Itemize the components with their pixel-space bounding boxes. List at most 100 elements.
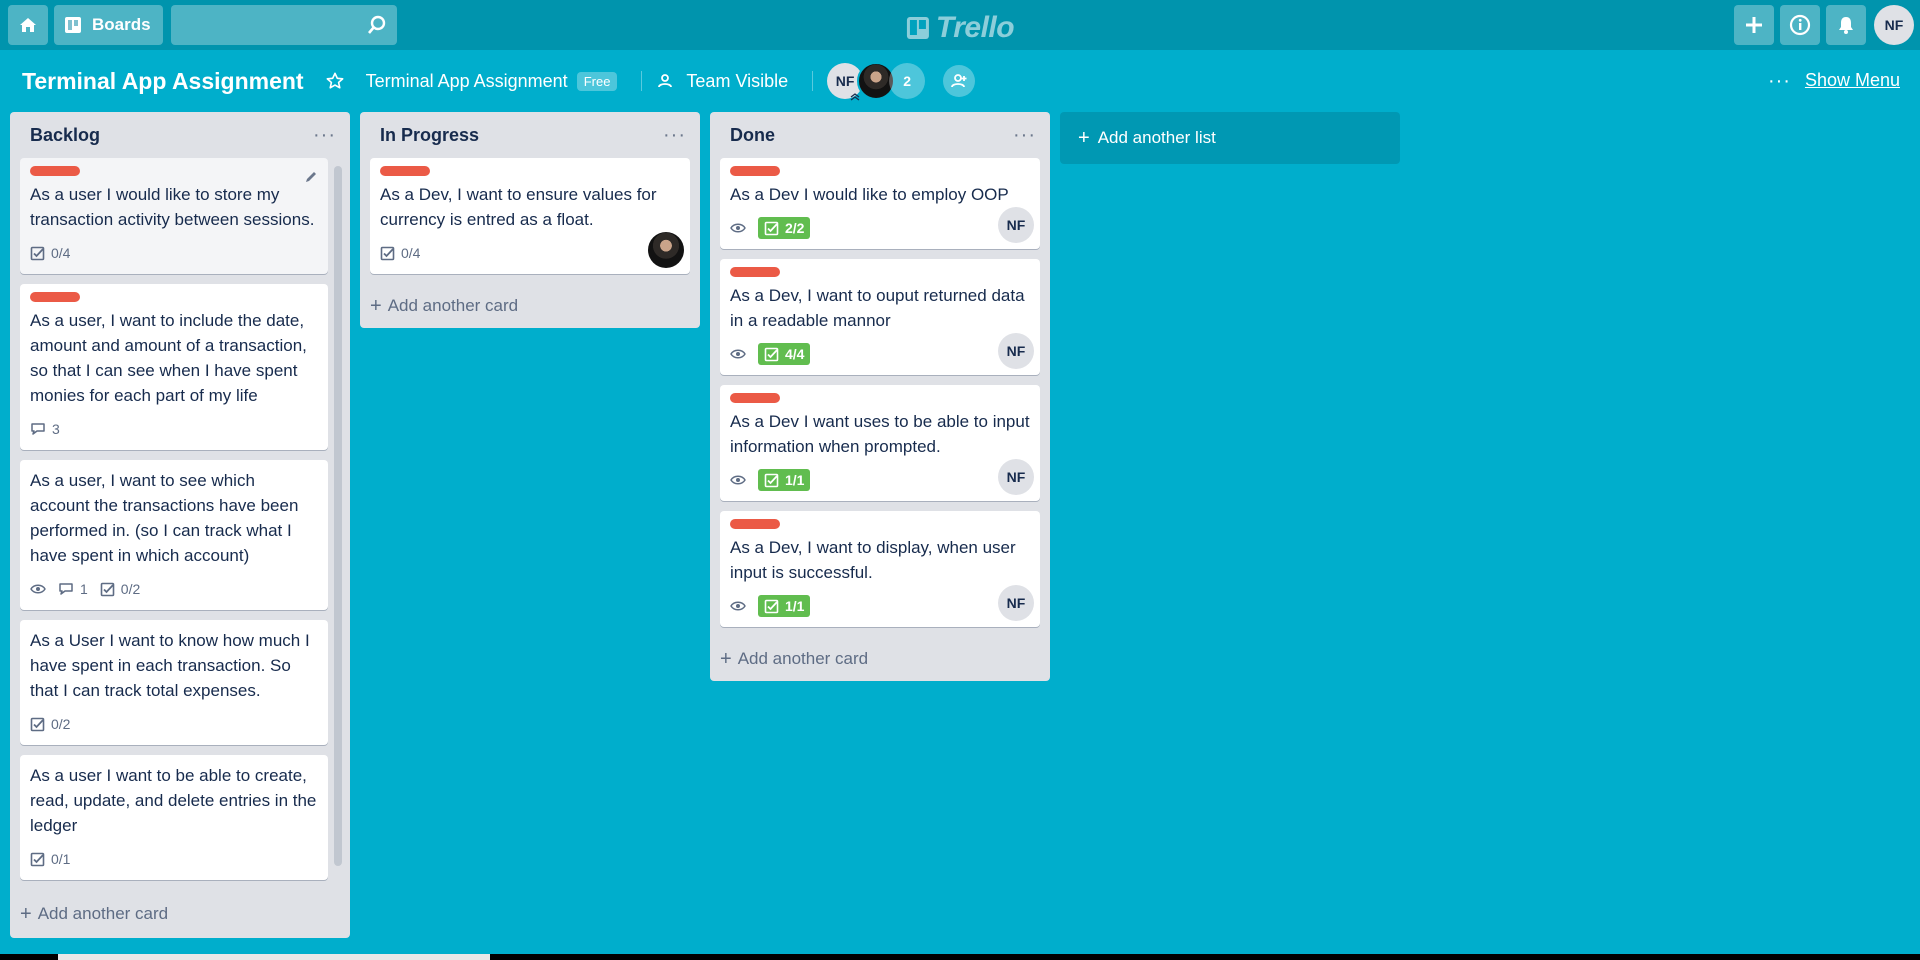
- card-badges: 1/1: [730, 467, 1030, 493]
- card[interactable]: As a Dev I want uses to be able to input…: [720, 385, 1040, 501]
- add-card-button[interactable]: + Add another card: [710, 637, 1050, 681]
- list-in-progress: In Progress ··· As a Dev, I want to ensu…: [360, 112, 700, 328]
- card[interactable]: As a User I want to know how much I have…: [20, 620, 328, 745]
- comment-badge: 3: [30, 421, 60, 437]
- checklist-icon: [764, 221, 779, 235]
- card[interactable]: As a Dev, I want to ensure values for cu…: [370, 158, 690, 274]
- visibility-label: Team Visible: [686, 70, 789, 91]
- card-badges: 3: [30, 416, 318, 442]
- list-menu-icon[interactable]: ···: [1013, 125, 1036, 145]
- add-card-button[interactable]: + Add another card: [10, 892, 350, 936]
- list-header[interactable]: In Progress ···: [360, 112, 700, 158]
- home-button[interactable]: [8, 5, 48, 45]
- watch-icon: [30, 584, 46, 594]
- card-title: As a user I would like to store my trans…: [30, 185, 315, 229]
- comment-icon: [59, 583, 73, 595]
- add-list-button[interactable]: + Add another list: [1060, 112, 1400, 164]
- backlog-scrollbar[interactable]: [334, 166, 342, 866]
- checklist-count: 0/2: [120, 581, 141, 597]
- search-icon[interactable]: [367, 15, 387, 35]
- search-box[interactable]: [170, 5, 397, 45]
- card-label-red[interactable]: [730, 166, 780, 176]
- boards-icon: [65, 17, 81, 33]
- create-button[interactable]: [1734, 5, 1774, 45]
- list-menu-icon[interactable]: ···: [663, 125, 686, 145]
- divider: [812, 71, 814, 91]
- watch-badge: [730, 600, 746, 612]
- card-label-red[interactable]: [730, 519, 780, 529]
- top-bar: Boards Trello NF: [0, 0, 1920, 50]
- watch-icon: [730, 349, 746, 359]
- trello-logo[interactable]: Trello: [906, 11, 1015, 45]
- star-icon[interactable]: [326, 72, 344, 90]
- watch-badge: [730, 348, 746, 360]
- list-header[interactable]: Backlog ···: [10, 112, 350, 158]
- card-member-avatar[interactable]: NF: [998, 585, 1034, 621]
- bottom-strip: [0, 954, 1920, 960]
- card[interactable]: As a Dev I would like to employ OOP 2/2 …: [720, 158, 1040, 249]
- checklist-icon: [100, 582, 115, 596]
- plus-small-icon: +: [720, 647, 732, 670]
- card-title: As a user, I want to include the date, a…: [30, 311, 307, 405]
- list-title[interactable]: Backlog: [30, 125, 100, 146]
- list-menu-icon[interactable]: ···: [313, 125, 336, 145]
- checklist-icon: [30, 852, 45, 866]
- list-header[interactable]: Done ···: [710, 112, 1050, 158]
- watch-badge: [730, 222, 746, 234]
- checklist-count: 0/4: [51, 245, 71, 261]
- card-label-red[interactable]: [730, 393, 780, 403]
- card[interactable]: As a Dev, I want to display, when user i…: [720, 511, 1040, 627]
- card[interactable]: As a user, I want to see which account t…: [20, 460, 328, 610]
- card-badges: 0/1: [30, 846, 318, 872]
- list-title[interactable]: Done: [730, 125, 775, 146]
- card-label-red[interactable]: [30, 292, 80, 302]
- card-badges: 0/2: [30, 711, 318, 737]
- checklist-complete-badge: 2/2: [758, 217, 811, 239]
- card-label-red[interactable]: [380, 166, 430, 176]
- admin-chevron-icon: [850, 93, 860, 101]
- member-count[interactable]: 2: [889, 63, 926, 99]
- board-title[interactable]: Terminal App Assignment: [22, 68, 304, 95]
- plus-icon: [1746, 17, 1762, 33]
- visibility-button[interactable]: Team Visible: [656, 71, 788, 92]
- add-card-button[interactable]: + Add another card: [360, 284, 700, 328]
- card-member-avatar[interactable]: NF: [998, 333, 1034, 369]
- card[interactable]: As a user I would like to store my trans…: [20, 158, 328, 274]
- card-badges: 0/4: [30, 240, 318, 266]
- card-member-avatar[interactable]: [648, 232, 684, 268]
- card-label-red[interactable]: [730, 267, 780, 277]
- checklist-badge: 0/1: [30, 851, 70, 867]
- card-label-red[interactable]: [30, 166, 80, 176]
- watch-icon: [730, 601, 746, 611]
- list-title[interactable]: In Progress: [380, 125, 479, 146]
- comment-count: 3: [52, 421, 60, 437]
- comment-icon: [31, 423, 45, 435]
- board-header: Terminal App Assignment Terminal App Ass…: [0, 50, 1920, 112]
- edit-icon[interactable]: [304, 170, 318, 184]
- team-button[interactable]: Terminal App Assignment Free: [366, 71, 618, 92]
- info-button[interactable]: [1780, 5, 1820, 45]
- invite-icon: [951, 74, 967, 88]
- card-badges: 4/4: [730, 341, 1030, 367]
- card-title: As a Dev I want uses to be able to input…: [730, 412, 1030, 456]
- checklist-complete-badge: 1/1: [758, 595, 811, 617]
- show-menu-button[interactable]: ··· Show Menu: [1768, 70, 1900, 91]
- search-input[interactable]: [170, 5, 397, 45]
- card[interactable]: As a user I want to be able to create, r…: [20, 755, 328, 880]
- card[interactable]: As a Dev, I want to ouput returned data …: [720, 259, 1040, 375]
- card-member-avatar[interactable]: NF: [998, 207, 1034, 243]
- user-avatar[interactable]: NF: [1874, 5, 1914, 45]
- team-name: Terminal App Assignment: [365, 70, 568, 91]
- card-badges: 1/1: [730, 593, 1030, 619]
- card[interactable]: As a user, I want to include the date, a…: [20, 284, 328, 450]
- scrollbar-thumb[interactable]: [334, 166, 342, 866]
- checklist-icon: [764, 347, 779, 361]
- card-container: As a Dev, I want to ensure values for cu…: [360, 158, 700, 274]
- boards-label: Boards: [92, 15, 151, 34]
- boards-button[interactable]: Boards: [54, 5, 163, 45]
- logo-text: Trello: [935, 11, 1015, 44]
- card-member-avatar[interactable]: NF: [998, 459, 1034, 495]
- notifications-button[interactable]: [1826, 5, 1866, 45]
- invite-button[interactable]: [943, 65, 976, 97]
- checklist-complete-badge: 1/1: [758, 469, 811, 491]
